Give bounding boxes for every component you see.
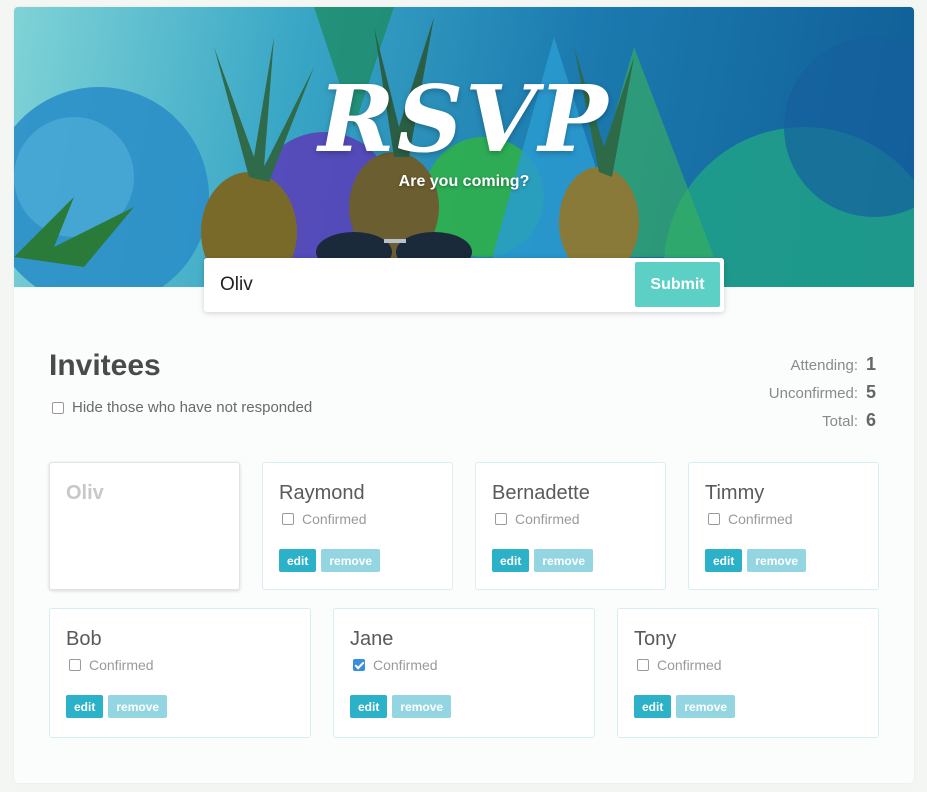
guest-actions: edit remove — [279, 549, 381, 572]
pending-guest-card: Oliv — [49, 462, 240, 590]
edit-button[interactable]: edit — [279, 549, 317, 572]
header-banner: RSVP Are you coming? — [14, 7, 914, 287]
edit-button[interactable]: edit — [492, 549, 530, 572]
remove-button[interactable]: remove — [392, 695, 452, 718]
guest-name: Bob — [66, 628, 102, 650]
confirmed-toggle[interactable]: Confirmed — [282, 511, 367, 527]
rsvp-app: RSVP Are you coming? Submit Invitees Hid… — [14, 7, 914, 783]
attending-count-row: Attending: 1 — [769, 351, 876, 379]
total-count: 6 — [865, 410, 876, 430]
confirmed-label: Confirmed — [89, 657, 154, 673]
confirmed-toggle[interactable]: Confirmed — [353, 657, 438, 673]
confirmed-checkbox[interactable] — [69, 659, 81, 671]
confirmed-toggle[interactable]: Confirmed — [69, 657, 154, 673]
rsvp-title: RSVP — [318, 65, 610, 173]
confirmed-checkbox[interactable] — [637, 659, 649, 671]
guest-name: Raymond — [279, 482, 365, 504]
submit-button[interactable]: Submit — [635, 262, 720, 307]
remove-button[interactable]: remove — [747, 549, 807, 572]
guest-card: Raymond Confirmed edit remove — [262, 462, 453, 590]
invitees-heading: Invitees — [49, 349, 161, 382]
guest-card: Bernadette Confirmed edit remove — [475, 462, 666, 590]
remove-button[interactable]: remove — [534, 549, 594, 572]
confirmed-checkbox[interactable] — [708, 513, 720, 525]
guest-name: Jane — [350, 628, 394, 650]
registration-form: Submit — [204, 258, 724, 312]
guest-card: Jane Confirmed edit remove — [333, 608, 595, 738]
edit-button[interactable]: edit — [634, 695, 672, 718]
edit-button[interactable]: edit — [350, 695, 388, 718]
unconfirmed-label: Unconfirmed: — [768, 385, 858, 402]
remove-button[interactable]: remove — [321, 549, 381, 572]
attending-count: 1 — [865, 354, 876, 374]
hide-unresponded-checkbox[interactable] — [52, 401, 64, 414]
guest-actions: edit remove — [350, 695, 452, 718]
guest-actions: edit remove — [705, 549, 807, 572]
guest-name-input[interactable] — [210, 264, 630, 306]
guest-card: Tony Confirmed edit remove — [617, 608, 879, 738]
remove-button[interactable]: remove — [108, 695, 168, 718]
edit-button[interactable]: edit — [66, 695, 104, 718]
guest-name: Bernadette — [492, 482, 590, 504]
total-count-row: Total: 6 — [769, 407, 876, 435]
confirmed-toggle[interactable]: Confirmed — [637, 657, 722, 673]
guest-counts: Attending: 1 Unconfirmed: 5 Total: 6 — [769, 351, 876, 435]
guest-actions: edit remove — [66, 695, 168, 718]
edit-button[interactable]: edit — [705, 549, 743, 572]
confirmed-label: Confirmed — [515, 511, 580, 527]
unconfirmed-count: 5 — [865, 382, 876, 402]
guest-actions: edit remove — [634, 695, 736, 718]
attending-label: Attending: — [790, 357, 858, 374]
confirmed-toggle[interactable]: Confirmed — [708, 511, 793, 527]
total-label: Total: — [822, 413, 858, 430]
confirmed-checkbox[interactable] — [353, 659, 365, 671]
hide-unresponded-filter[interactable]: Hide those who have not responded — [52, 399, 312, 416]
confirmed-label: Confirmed — [302, 511, 367, 527]
pending-guest-name: Oliv — [66, 482, 104, 504]
unconfirmed-count-row: Unconfirmed: 5 — [769, 379, 876, 407]
confirmed-checkbox[interactable] — [495, 513, 507, 525]
remove-button[interactable]: remove — [676, 695, 736, 718]
guest-card: Timmy Confirmed edit remove — [688, 462, 879, 590]
confirmed-label: Confirmed — [373, 657, 438, 673]
guest-card: Bob Confirmed edit remove — [49, 608, 311, 738]
confirmed-label: Confirmed — [728, 511, 793, 527]
guest-name: Timmy — [705, 482, 765, 504]
confirmed-toggle[interactable]: Confirmed — [495, 511, 580, 527]
confirmed-label: Confirmed — [657, 657, 722, 673]
guest-actions: edit remove — [492, 549, 594, 572]
hide-unresponded-label: Hide those who have not responded — [72, 399, 313, 416]
rsvp-subtitle: Are you coming? — [398, 173, 530, 190]
confirmed-checkbox[interactable] — [282, 513, 294, 525]
guest-name: Tony — [634, 628, 677, 650]
